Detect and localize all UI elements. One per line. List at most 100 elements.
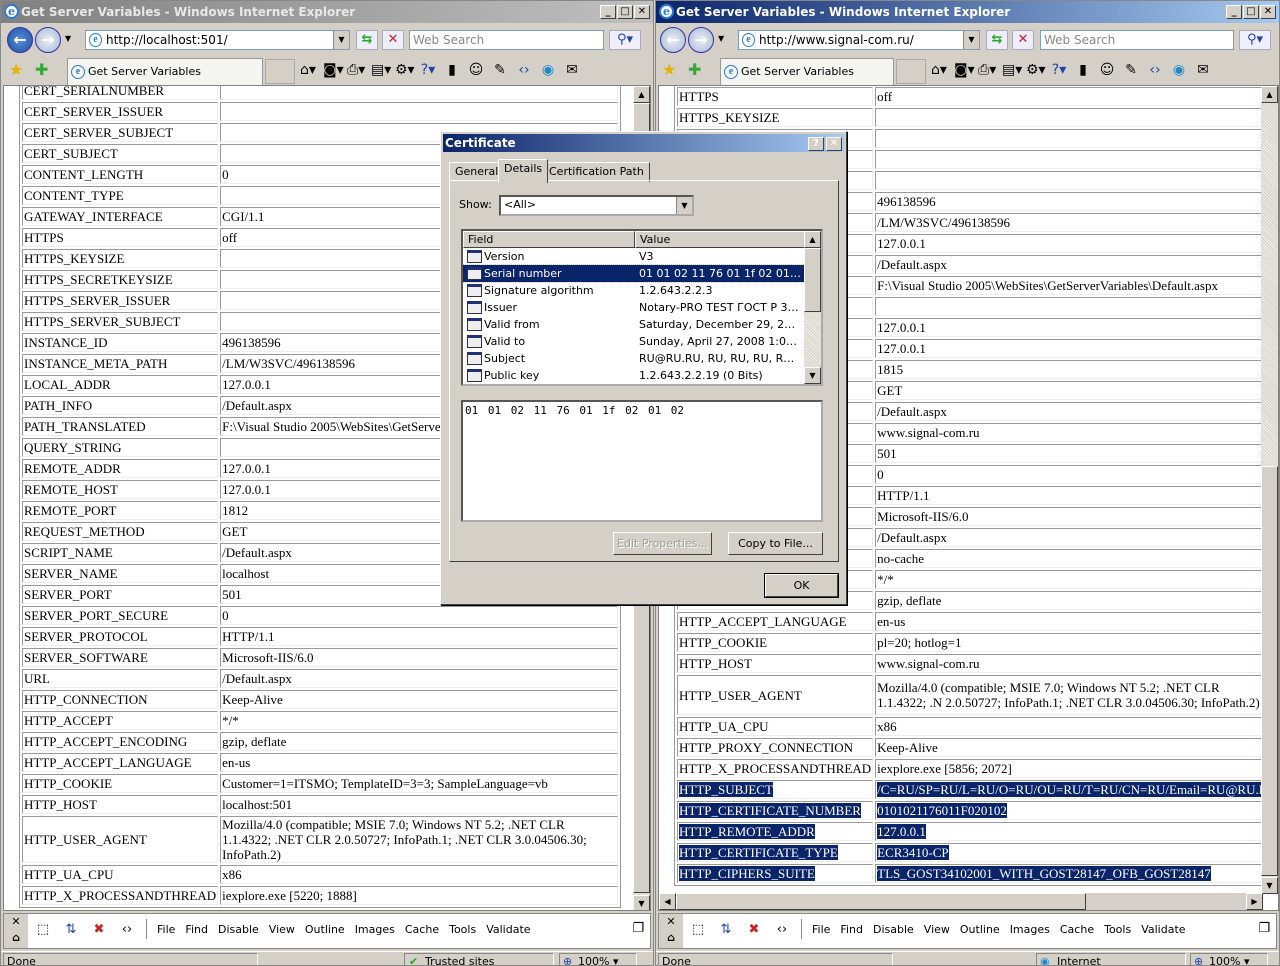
messenger-icon[interactable]: ☺: [467, 62, 485, 78]
field-list-item[interactable]: Signature algorithm 1.2.643.2.2.3: [463, 282, 805, 299]
scroll-thumb[interactable]: [1261, 466, 1278, 876]
horizontal-scrollbar[interactable]: ◀ ▶: [659, 893, 1263, 910]
page-menu-icon[interactable]: ▤▾: [371, 62, 391, 78]
edit-properties-button[interactable]: Edit Properties...: [613, 532, 712, 555]
select-element-icon[interactable]: ⬚: [689, 922, 707, 937]
tools-gear-icon[interactable]: ⚙▾: [395, 62, 415, 78]
scroll-up-button[interactable]: ▲: [804, 231, 821, 248]
view-source-icon[interactable]: ‹›: [118, 922, 136, 937]
add-favorite-icon[interactable]: ✚: [35, 60, 48, 79]
minimize-button[interactable]: _: [600, 5, 616, 19]
restore-icon[interactable]: ❐: [1258, 921, 1270, 936]
field-list-item[interactable]: Public key 1.2.643.2.2.19 (0 Bits): [463, 367, 805, 384]
devbar-menu-outline[interactable]: Outline: [305, 923, 345, 936]
devbar-menu-file[interactable]: File: [157, 923, 175, 936]
devbar-menu-validate[interactable]: Validate: [486, 923, 530, 936]
clear-cache-icon[interactable]: ✖: [745, 922, 763, 937]
field-detail-text[interactable]: 01 01 02 11 76 01 1f 02 01 02: [461, 400, 823, 522]
scroll-down-button[interactable]: ▼: [804, 367, 821, 384]
address-dropdown-icon[interactable]: ▼: [333, 31, 349, 49]
field-list-item[interactable]: Subject RU@RU.RU, RU, RU, RU, RU, ...: [463, 350, 805, 367]
favorites-star-icon[interactable]: ★: [9, 60, 23, 79]
devbar-menu-view[interactable]: View: [924, 923, 950, 936]
column-header-value[interactable]: Value: [635, 231, 805, 248]
stop-button[interactable]: ✕: [1012, 30, 1034, 50]
onenote-icon[interactable]: ✎: [1122, 62, 1140, 78]
tools-gear-icon[interactable]: ⚙▾: [1026, 62, 1046, 78]
maximize-button[interactable]: □: [1243, 5, 1259, 19]
refresh-dom-icon[interactable]: ⇅: [62, 922, 80, 937]
forward-button[interactable]: →: [688, 27, 714, 53]
print-icon[interactable]: ⎙▾: [978, 62, 996, 78]
devbar-menu-cache[interactable]: Cache: [1060, 923, 1094, 936]
refresh-dom-icon[interactable]: ⇅: [717, 922, 735, 937]
scroll-thumb[interactable]: [804, 248, 821, 312]
mail-icon[interactable]: ✉: [1194, 62, 1212, 78]
devbar-menu-outline[interactable]: Outline: [960, 923, 1000, 936]
list-scrollbar[interactable]: ▲ ▼: [804, 231, 821, 384]
scroll-right-button[interactable]: ▶: [1246, 893, 1263, 910]
favorites-star-icon[interactable]: ★: [662, 60, 676, 79]
home-icon[interactable]: ⌂▾: [299, 62, 317, 78]
show-select[interactable]: <All> ▼: [499, 195, 694, 216]
clear-cache-icon[interactable]: ✖: [90, 922, 108, 937]
tab-get-server-variables[interactable]: e Get Server Variables: [67, 58, 263, 85]
search-input[interactable]: Web Search: [1040, 30, 1234, 50]
new-tab-button[interactable]: [265, 59, 295, 84]
back-button[interactable]: ←: [7, 27, 33, 53]
feeds-icon[interactable]: ◙▾: [323, 62, 344, 78]
address-dropdown-icon[interactable]: ▼: [963, 31, 979, 49]
scroll-left-button[interactable]: ◀: [659, 893, 676, 910]
maximize-button[interactable]: □: [617, 5, 633, 19]
help-icon[interactable]: ?▾: [419, 62, 437, 78]
refresh-button[interactable]: ⇆: [356, 30, 378, 50]
refresh-button[interactable]: ⇆: [986, 30, 1008, 50]
messenger-icon[interactable]: ☺: [1098, 62, 1116, 78]
address-bar[interactable]: e http://localhost:501/ ▼: [85, 30, 350, 50]
search-input[interactable]: Web Search: [409, 30, 604, 50]
feeds-icon[interactable]: ◙▾: [954, 62, 975, 78]
scroll-up-button[interactable]: ▲: [633, 86, 650, 103]
devtools-icon[interactable]: ‹›: [515, 62, 533, 78]
devtools-icon[interactable]: ‹›: [1146, 62, 1164, 78]
minimize-button[interactable]: _: [1226, 5, 1242, 19]
history-dropdown-icon[interactable]: ▼: [718, 34, 724, 43]
search-button[interactable]: ⚲▾: [1239, 30, 1271, 50]
devbar-close-button[interactable]: ✕ ⌂: [659, 914, 683, 948]
devbar-menu-images[interactable]: Images: [1010, 923, 1050, 936]
field-list-item[interactable]: Serial number 01 01 02 11 76 01 1f 02 01 …: [463, 264, 806, 283]
tab-get-server-variables[interactable]: e Get Server Variables: [720, 58, 894, 85]
close-button[interactable]: ✕: [634, 5, 650, 19]
devbar-menu-disable[interactable]: Disable: [873, 923, 914, 936]
devbar-close-button[interactable]: ✕ ⌂: [4, 914, 28, 948]
devbar-menu-find[interactable]: Find: [840, 923, 863, 936]
add-favorite-icon[interactable]: ✚: [688, 60, 701, 79]
field-list-item[interactable]: Valid to Sunday, April 27, 2008 1:08:3...: [463, 333, 805, 350]
tab-general[interactable]: General: [449, 162, 505, 182]
devbar-menu-view[interactable]: View: [269, 923, 295, 936]
devbar-menu-tools[interactable]: Tools: [1104, 923, 1131, 936]
scroll-up-button[interactable]: ▲: [1261, 86, 1278, 103]
field-list-item[interactable]: Issuer Notary-PRO TEST ГОСТ Р 34....: [463, 299, 805, 316]
page-menu-icon[interactable]: ▤▾: [1002, 62, 1022, 78]
copy-to-file-button[interactable]: Copy to File...: [728, 532, 823, 555]
help-icon[interactable]: ?▾: [1050, 62, 1068, 78]
h-scroll-thumb[interactable]: [676, 893, 1086, 910]
back-button[interactable]: ←: [660, 27, 686, 53]
close-button[interactable]: ✕: [1260, 5, 1276, 19]
home-icon[interactable]: ⌂▾: [930, 62, 948, 78]
zoom-control[interactable]: ⊕ 100% ▾: [1190, 953, 1268, 965]
devbar-menu-find[interactable]: Find: [185, 923, 208, 936]
close-button[interactable]: ✕: [826, 137, 842, 151]
devbar-menu-file[interactable]: File: [812, 923, 830, 936]
scroll-down-button[interactable]: ▼: [633, 895, 650, 910]
zoom-control[interactable]: ⊕ 100% ▾: [559, 953, 637, 965]
stop-button[interactable]: ✕: [382, 30, 404, 50]
vertical-scrollbar[interactable]: ▲ ▼: [1261, 86, 1278, 894]
chevron-down-icon[interactable]: ▼: [676, 197, 692, 214]
search-button[interactable]: ⚲▾: [609, 30, 641, 50]
new-tab-button[interactable]: [896, 59, 926, 84]
globe-icon[interactable]: ◉: [539, 62, 557, 78]
history-dropdown-icon[interactable]: ▼: [65, 34, 71, 43]
onenote-icon[interactable]: ✎: [491, 62, 509, 78]
